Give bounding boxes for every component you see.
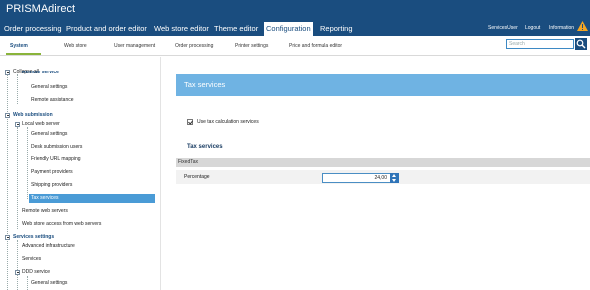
collapse-toggle-icon[interactable]	[5, 235, 10, 240]
tree-item-payment-providers[interactable]: Payment providers	[31, 168, 73, 177]
page-title: Tax services	[176, 74, 590, 96]
section-title: Tax services	[187, 144, 223, 150]
tree-item-remote-service[interactable]: Remote service	[22, 71, 59, 76]
user-link[interactable]: ServicesUser	[488, 24, 518, 32]
tree-line	[17, 240, 18, 290]
tree-item-ddd-service[interactable]: DDD service	[22, 268, 50, 277]
collapse-toggle-icon[interactable]	[15, 122, 20, 127]
tree-item-remote-assistance[interactable]: Remote assistance	[31, 96, 74, 105]
tree-item-web-store-access[interactable]: Web store access from web servers	[22, 220, 101, 229]
tree-item-services-settings[interactable]: Services settings	[13, 233, 54, 242]
tree-item-advanced-infrastructure[interactable]: Advanced infrastructure	[22, 242, 75, 251]
tree-line	[17, 74, 18, 104]
subnav-order-processing[interactable]: Order processing	[175, 43, 213, 49]
subnav-web-store[interactable]: Web store	[64, 43, 87, 49]
app-header: PRISMAdirect	[0, 0, 590, 20]
tree-item-remote-web-servers[interactable]: Remote web servers	[22, 207, 68, 216]
collapse-toggle-icon[interactable]	[5, 70, 10, 75]
tree-item-friendly-url-mapping[interactable]: Friendly URL mapping	[31, 155, 81, 164]
tree-item-web-submission[interactable]: Web submission	[13, 111, 53, 120]
tab-order-processing[interactable]: Order processing	[2, 22, 64, 36]
app-title: PRISMAdirect	[6, 3, 76, 15]
percentage-stepper[interactable]	[390, 173, 399, 183]
search-icon[interactable]	[575, 38, 587, 50]
collapse-toggle-icon[interactable]	[15, 270, 20, 275]
tree-item-general-settings[interactable]: General settings	[31, 279, 67, 288]
tab-reporting[interactable]: Reporting	[318, 22, 355, 36]
tree-item-general-settings[interactable]: General settings	[31, 130, 67, 139]
use-tax-checkbox[interactable]	[187, 119, 193, 125]
group-header: FixedTax	[176, 158, 590, 167]
tree-item-services[interactable]: Services	[22, 255, 41, 264]
tree-item-shipping-providers[interactable]: Shipping providers	[31, 181, 72, 190]
stepper-down-icon[interactable]	[392, 179, 396, 182]
logout-link[interactable]: Logout	[525, 24, 540, 32]
active-subnav-indicator	[6, 53, 41, 55]
tree-line	[7, 74, 8, 290]
settings-tree: Collapse all Remote service General sett…	[0, 57, 161, 290]
subnav-user-management[interactable]: User management	[114, 43, 155, 49]
subnav-system[interactable]: System	[10, 43, 28, 49]
tab-web-store-editor[interactable]: Web store editor	[152, 22, 211, 36]
percentage-input[interactable]: 24,00	[322, 173, 391, 183]
tree-item-desk-submission-users[interactable]: Desk submission users	[31, 143, 82, 152]
search-input[interactable]: Search	[506, 39, 574, 49]
use-tax-label: Use tax calculation services	[197, 119, 259, 125]
sub-nav: System Web store User management Order p…	[0, 36, 590, 56]
subnav-printer-settings[interactable]: Printer settings	[235, 43, 268, 49]
percentage-label: Percentage	[184, 174, 210, 180]
tab-configuration[interactable]: Configuration	[264, 22, 313, 36]
tree-line	[17, 127, 18, 229]
tab-product-order-editor[interactable]: Product and order editor	[64, 22, 149, 36]
tree-item-local-web-server[interactable]: Local web server	[22, 120, 60, 129]
tree-item-tax-services[interactable]: Tax services	[29, 194, 155, 203]
subnav-price-formula-editor[interactable]: Price and formula editor	[289, 43, 342, 49]
tree-line	[27, 276, 28, 290]
warning-icon[interactable]	[577, 21, 588, 31]
information-link[interactable]: Information	[549, 24, 574, 32]
collapse-toggle-icon[interactable]	[5, 113, 10, 118]
tree-item-general-settings[interactable]: General settings	[31, 83, 67, 92]
stepper-up-icon[interactable]	[392, 174, 396, 177]
tree-line	[27, 127, 28, 199]
tab-theme-editor[interactable]: Theme editor	[212, 22, 260, 36]
main-nav: Order processing Product and order edito…	[0, 20, 590, 36]
